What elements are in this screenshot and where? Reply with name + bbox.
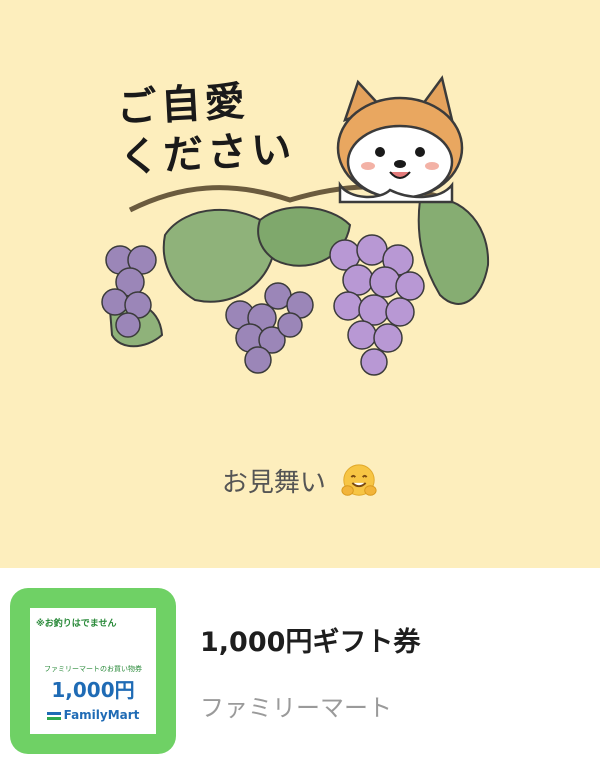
gift-message-card: ご自愛 ください お見舞い ※お釣りはでません ファミリーマートのお買い物券 1… bbox=[0, 0, 600, 762]
hugging-face-emoji-icon bbox=[341, 463, 377, 496]
caption-text: お見舞い bbox=[221, 468, 326, 498]
gift-title[interactable]: 1,000円ギフト券 bbox=[200, 620, 420, 659]
voucher-brand: FamilyMart bbox=[30, 708, 156, 722]
message-caption: お見舞い bbox=[0, 462, 600, 503]
headline-text: ご自愛 ください bbox=[116, 73, 331, 184]
voucher-brand-label: FamilyMart bbox=[63, 708, 140, 722]
gift-voucher-image: ※お釣りはでません ファミリーマートのお買い物券 1,000円 FamilyMa… bbox=[30, 608, 156, 734]
gift-brand-name: ファミリーマート bbox=[200, 694, 392, 722]
message-card-area: ご自愛 ください お見舞い bbox=[0, 0, 600, 568]
voucher-note: ※お釣りはでません bbox=[36, 619, 117, 629]
gift-item-row[interactable]: ※お釣りはでません ファミリーマートのお買い物券 1,000円 FamilyMa… bbox=[0, 568, 600, 762]
familymart-logo-icon bbox=[46, 711, 61, 720]
voucher-subtitle: ファミリーマートのお買い物券 bbox=[44, 665, 142, 673]
voucher-amount: 1,000円 bbox=[51, 678, 135, 702]
gift-thumbnail[interactable]: ※お釣りはでません ファミリーマートのお買い物券 1,000円 FamilyMa… bbox=[10, 588, 176, 754]
